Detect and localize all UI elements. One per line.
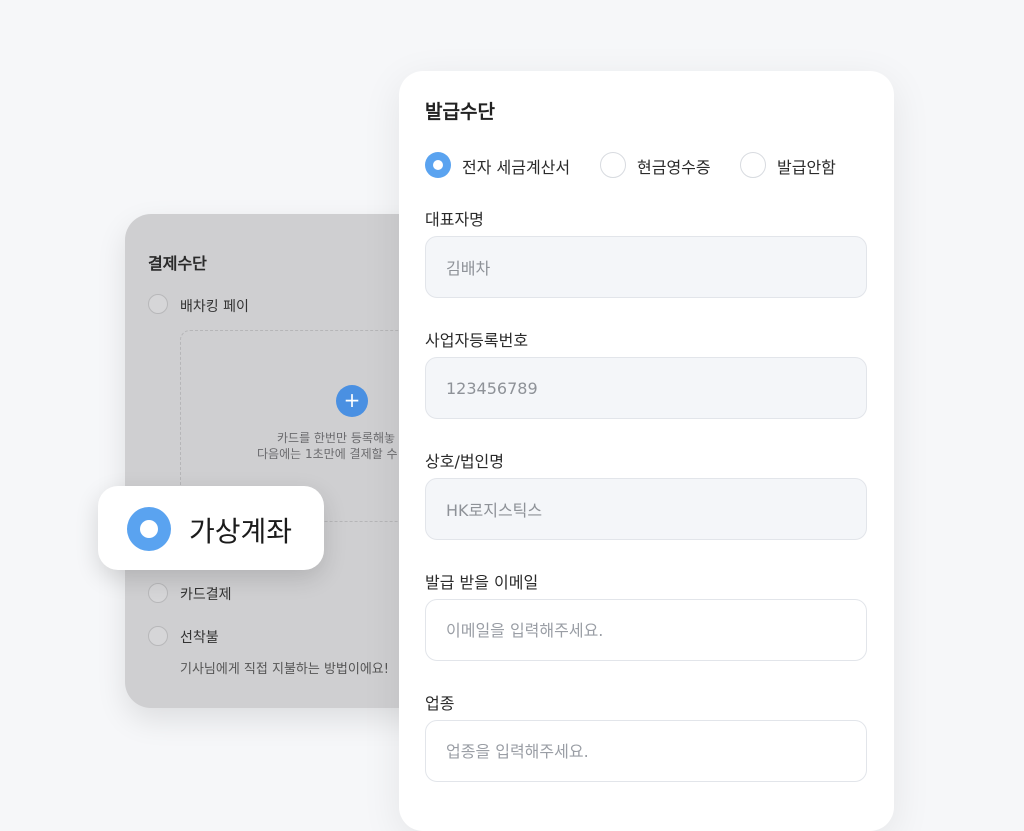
virtual-account-option[interactable]: 가상계좌 [98,486,324,570]
baechaking-pay-label: 배차킹 페이 [180,299,249,315]
issuance-form-card: 발급수단 전자 세금계산서 현금영수증 발급안함 대표자명 사업자등록번호 상호… [399,71,894,831]
radio-cash-receipt[interactable] [600,152,626,178]
radio-selected-icon[interactable] [127,507,171,551]
business-type-label: 업종 [425,694,455,713]
email-label: 발급 받을 이메일 [425,573,539,592]
card-hint-line1: 카드를 한번만 등록해놓 [277,431,396,445]
business-type-field[interactable] [425,720,867,782]
business-number-label: 사업자등록번호 [425,331,529,350]
payment-method-title: 결제수단 [148,254,207,273]
radio-prepaid-cod[interactable] [148,626,168,646]
card-hint-line2: 다음에는 1초만에 결제할 수 [257,447,398,461]
card-payment-label: 카드결제 [180,587,232,603]
radio-no-issuance[interactable] [740,152,766,178]
e-tax-invoice-label: 전자 세금계산서 [462,158,571,177]
company-name-field[interactable] [425,478,867,540]
radio-card-payment[interactable] [148,583,168,603]
email-field[interactable] [425,599,867,661]
virtual-account-label: 가상계좌 [189,515,293,548]
prepaid-cod-note: 기사님에게 직접 지불하는 방법이에요! [180,662,389,677]
no-issuance-label: 발급안함 [777,158,836,177]
representative-name-label: 대표자명 [425,210,484,229]
add-card-icon[interactable]: + [336,385,368,417]
representative-name-field[interactable] [425,236,867,298]
prepaid-cod-label: 선착불 [180,630,219,646]
business-number-field[interactable] [425,357,867,419]
radio-baechaking-pay[interactable] [148,294,168,314]
cash-receipt-label: 현금영수증 [637,158,711,177]
issuance-method-title: 발급수단 [425,101,495,123]
company-name-label: 상호/법인명 [425,452,504,471]
radio-e-tax-invoice[interactable] [425,152,451,178]
